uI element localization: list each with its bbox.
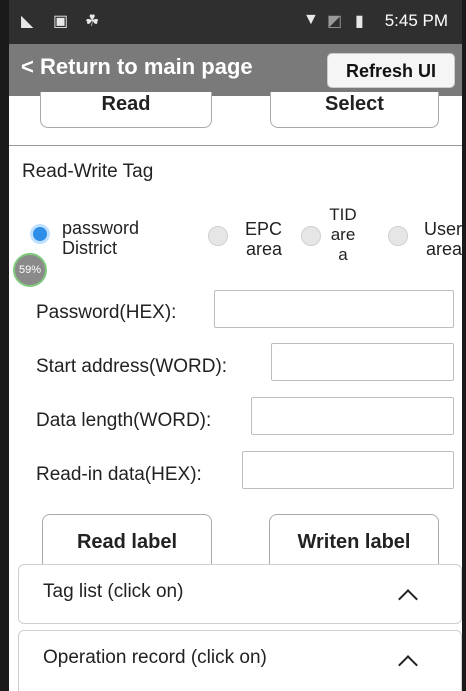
radio-tid-area[interactable]: [301, 226, 321, 246]
data-length-label: Data length(WORD):: [36, 410, 212, 431]
chevron-up-icon[interactable]: [398, 589, 418, 609]
operation-record-title: Operation record (click on): [43, 647, 267, 668]
back-to-main-link[interactable]: < Return to main page: [21, 54, 253, 80]
app-bar: < Return to main page Refresh UI: [9, 44, 462, 96]
radio-tid-label-line1: TID: [329, 205, 357, 224]
radio-epc-label-line2: area: [245, 239, 282, 259]
radio-user-area-label[interactable]: User area: [412, 219, 462, 259]
radio-tid-area-label[interactable]: TID are a: [326, 205, 360, 265]
password-hex-input[interactable]: [214, 290, 454, 328]
radio-epc-area[interactable]: [208, 226, 228, 246]
radio-password-label-line1: password: [62, 218, 140, 238]
wifi-icon: ▼: [303, 11, 319, 28]
radio-epc-area-label[interactable]: EPC area: [236, 219, 282, 259]
tag-list-title: Tag list (click on): [43, 581, 184, 602]
section-title: Read-Write Tag: [22, 161, 154, 182]
data-length-input[interactable]: [251, 397, 454, 435]
radio-user-label-line1: User: [423, 219, 462, 239]
radio-password-district[interactable]: [30, 224, 50, 244]
status-time: 5:45 PM: [384, 11, 448, 30]
progress-badge: 59%: [13, 253, 47, 287]
write-label-button[interactable]: Writen label: [269, 514, 439, 564]
android-icon: ☘: [85, 13, 100, 30]
sim-card-icon: ▣: [53, 13, 69, 30]
chevron-up-icon[interactable]: [398, 655, 418, 675]
radio-password-district-label[interactable]: password District: [62, 218, 139, 258]
section-divider: [9, 145, 462, 146]
read-button[interactable]: Read: [40, 92, 212, 128]
refresh-ui-button[interactable]: Refresh UI: [327, 53, 455, 88]
read-in-data-input[interactable]: [242, 451, 454, 489]
read-label-button[interactable]: Read label: [42, 514, 212, 564]
signal-muted-icon: ◣: [21, 13, 34, 30]
device-bezel-left: [0, 0, 9, 691]
radio-user-area[interactable]: [388, 226, 408, 246]
tag-list-panel[interactable]: Tag list (click on): [18, 564, 462, 624]
radio-user-label-line2: area: [425, 239, 462, 259]
status-bar: ◣ ▣ ☘ ▼ ◩ ▮ 5:45 PM: [9, 0, 462, 44]
radio-tid-label-line2: are: [330, 225, 356, 244]
battery-icon: ▮: [355, 13, 364, 30]
operation-record-panel[interactable]: Operation record (click on): [18, 630, 462, 691]
start-address-label: Start address(WORD):: [36, 356, 228, 377]
read-in-data-label: Read-in data(HEX):: [36, 464, 202, 485]
password-hex-label: Password(HEX):: [36, 302, 177, 323]
radio-password-label-line2: District: [62, 238, 117, 258]
start-address-input[interactable]: [271, 343, 454, 381]
device-bezel-right: [462, 0, 466, 691]
select-button[interactable]: Select: [270, 92, 439, 128]
app-screen: ◣ ▣ ☘ ▼ ◩ ▮ 5:45 PM < Return to main pag…: [0, 0, 466, 691]
radio-epc-label-line1: EPC: [244, 219, 282, 239]
no-signal-icon: ◩: [327, 13, 343, 30]
radio-tid-label-line3: a: [338, 245, 348, 264]
